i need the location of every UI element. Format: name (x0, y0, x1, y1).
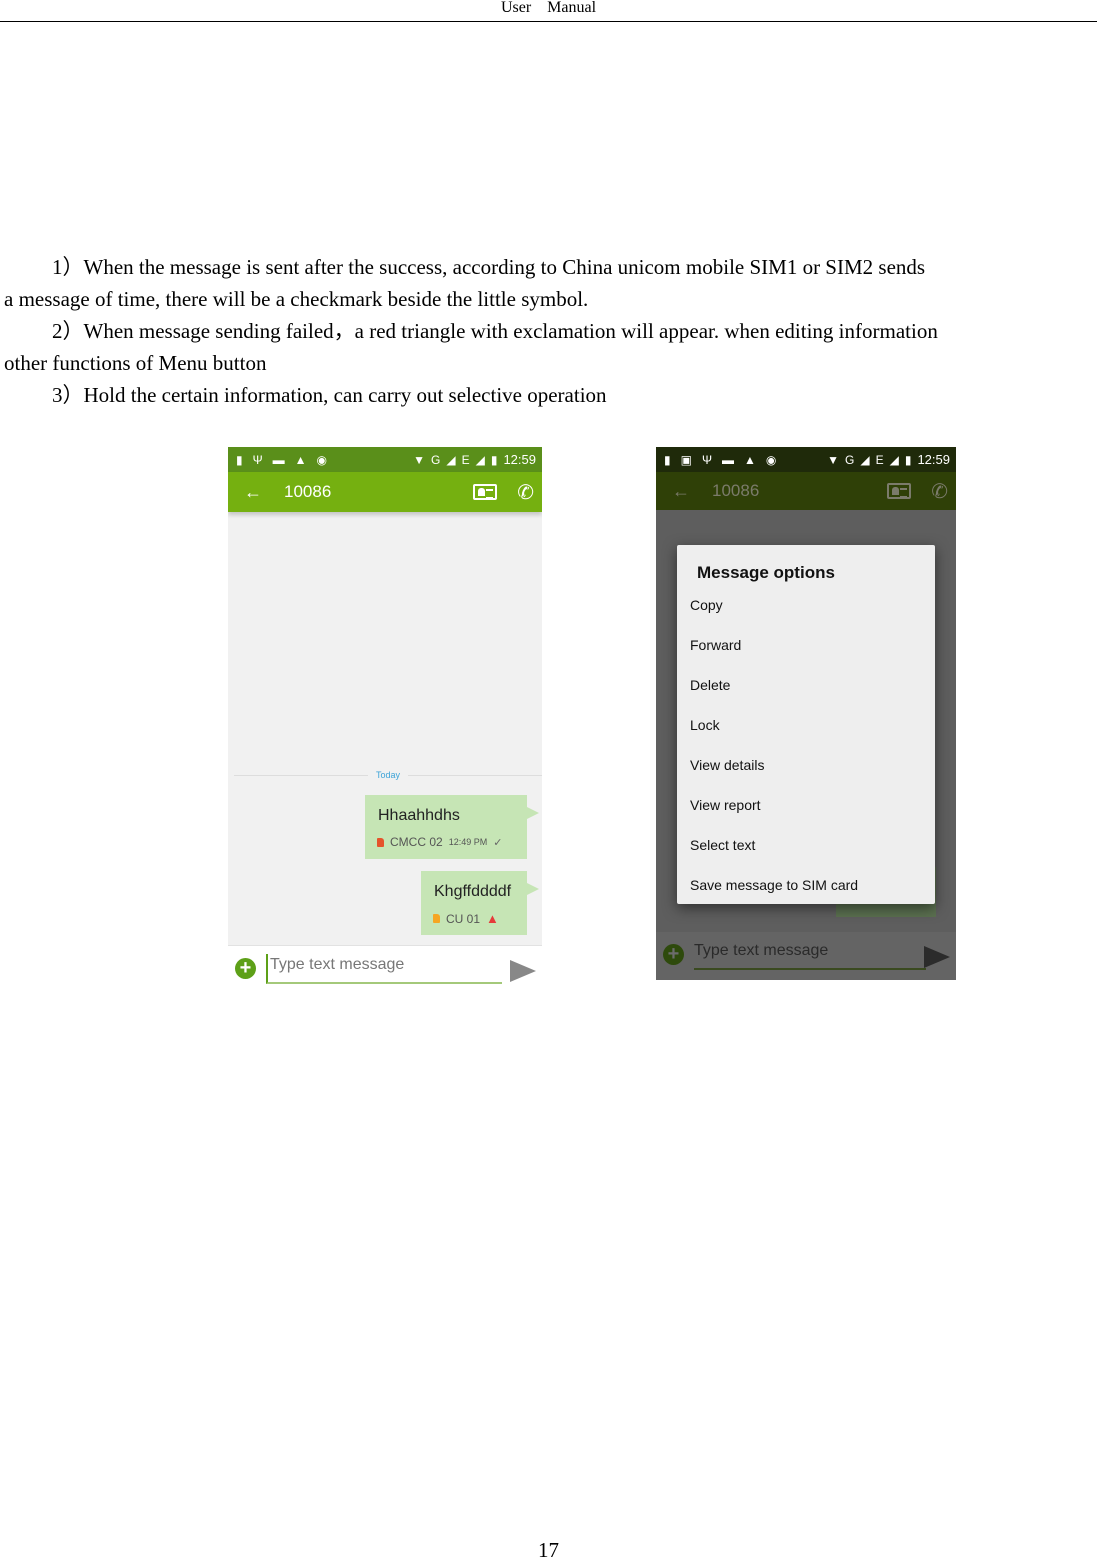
message-bubble-sent[interactable]: Hhaahhdhs CMCC 02 12:49 PM ✓ (365, 795, 539, 859)
app-bar: ← 10086 ✆ (656, 472, 956, 510)
warning-icon: ▲ (294, 452, 307, 467)
option-view-details[interactable]: View details (690, 757, 764, 773)
contact-number: 10086 (712, 481, 760, 500)
clock: 12:59 (503, 452, 536, 467)
paragraph-2: 2）When message sending failed，a red tria… (4, 315, 1094, 379)
back-arrow-icon[interactable]: ← (656, 481, 708, 502)
message-text: Hhaahhdhs (378, 807, 460, 824)
contact-card-icon[interactable] (887, 483, 912, 499)
message-options-dialog: Message options Copy Forward Delete Lock… (677, 545, 935, 904)
option-copy[interactable]: Copy (690, 597, 723, 613)
paragraph-1: 1）When the message is sent after the suc… (4, 251, 1094, 315)
usb-icon: Ψ (252, 452, 263, 467)
composer-bar: + Type text message (228, 945, 542, 994)
warning-icon: ▲ (743, 452, 756, 467)
screenshot-conversation: ▮ Ψ ▬ ▲ ◉ ▼ G ◢ E ◢ ▮ 12:59 ← 10086 ✆ To… (228, 447, 542, 994)
composer-bar: + Type text message (656, 932, 956, 980)
phone-call-icon[interactable]: ✆ (931, 479, 948, 504)
message-input[interactable]: Type text message (694, 940, 926, 970)
sim-label: CU 01 (446, 911, 481, 926)
paragraph-2-line1: 2）When message sending failed，a red tria… (52, 319, 938, 343)
clock: 12:59 (917, 452, 950, 467)
contact-number: 10086 (284, 482, 332, 501)
dialog-title: Message options (697, 563, 835, 582)
network-e: E (875, 452, 884, 467)
option-save-to-sim[interactable]: Save message to SIM card (690, 877, 858, 893)
sd-card-icon: ▮ (236, 452, 243, 467)
option-forward[interactable]: Forward (690, 637, 741, 653)
battery-icon: ▮ (490, 452, 498, 467)
option-select-text[interactable]: Select text (690, 837, 755, 853)
paragraph-1-line2: a message of time, there will be a check… (4, 287, 589, 311)
message-bubble-failed[interactable]: Khgffddddf CU 01 ▲ (421, 871, 539, 935)
date-divider-label: Today (375, 770, 401, 780)
message-meta: CMCC 02 12:49 PM ✓ (377, 835, 502, 849)
sim-card-icon (377, 837, 384, 847)
signal-icon: ◢ (889, 452, 899, 467)
send-icon[interactable] (510, 960, 536, 982)
add-attachment-icon[interactable]: + (235, 958, 256, 979)
page-number: 17 (538, 1538, 559, 1562)
network-e: E (461, 452, 470, 467)
checkmark-icon: ✓ (493, 836, 503, 849)
contact-card-icon[interactable] (473, 484, 498, 500)
battery-saver-icon: ▬ (272, 452, 285, 467)
date-divider: Today (234, 767, 542, 783)
network-g: G (845, 452, 855, 467)
option-view-report[interactable]: View report (690, 797, 761, 813)
option-delete[interactable]: Delete (690, 677, 730, 693)
signal-icon: ◢ (446, 452, 456, 467)
message-meta: CU 01 ▲ (433, 911, 499, 926)
wifi-icon: ▼ (413, 452, 426, 467)
android-icon: ◉ (316, 452, 328, 467)
paragraph-2-line2: other functions of Menu button (4, 351, 267, 375)
send-icon[interactable] (924, 946, 950, 968)
failed-warning-icon: ▲ (486, 911, 499, 926)
sim-card-icon (433, 914, 440, 923)
option-lock[interactable]: Lock (690, 717, 720, 733)
header-title: User Manual (500, 0, 597, 16)
battery-icon: ▮ (904, 452, 912, 467)
phone-call-icon[interactable]: ✆ (517, 480, 534, 505)
status-bar: ▮ ▣ Ψ ▬ ▲ ◉ ▼ G ◢ E ◢ ▮ 12:59 (656, 447, 956, 472)
status-bar: ▮ Ψ ▬ ▲ ◉ ▼ G ◢ E ◢ ▮ 12:59 (228, 447, 542, 472)
image-icon: ▣ (680, 452, 692, 467)
message-text: Khgffddddf (434, 883, 512, 900)
network-g: G (431, 452, 441, 467)
screenshot-message-options: ▮ ▣ Ψ ▬ ▲ ◉ ▼ G ◢ E ◢ ▮ 12:59 ← 10086 ✆ … (656, 447, 956, 980)
paragraph-3-line1: 3）Hold the certain information, can carr… (52, 383, 607, 407)
add-attachment-icon[interactable]: + (663, 944, 684, 965)
usb-icon: Ψ (701, 452, 712, 467)
sim-label: CMCC 02 (390, 835, 443, 849)
message-time: 12:49 PM (448, 837, 488, 847)
paragraph-1-line1: 1）When the message is sent after the suc… (52, 255, 926, 279)
battery-saver-icon: ▬ (721, 452, 734, 467)
wifi-icon: ▼ (827, 452, 840, 467)
android-icon: ◉ (765, 452, 777, 467)
app-bar: ← 10086 ✆ (228, 472, 542, 512)
message-input[interactable]: Type text message (266, 954, 502, 984)
back-arrow-icon[interactable]: ← (228, 482, 280, 503)
signal-icon: ◢ (860, 452, 870, 467)
page-header: User Manual (0, 0, 1097, 22)
paragraph-3: 3）Hold the certain information, can carr… (4, 379, 1094, 411)
signal-icon: ◢ (475, 452, 485, 467)
sd-card-icon: ▮ (664, 452, 671, 467)
